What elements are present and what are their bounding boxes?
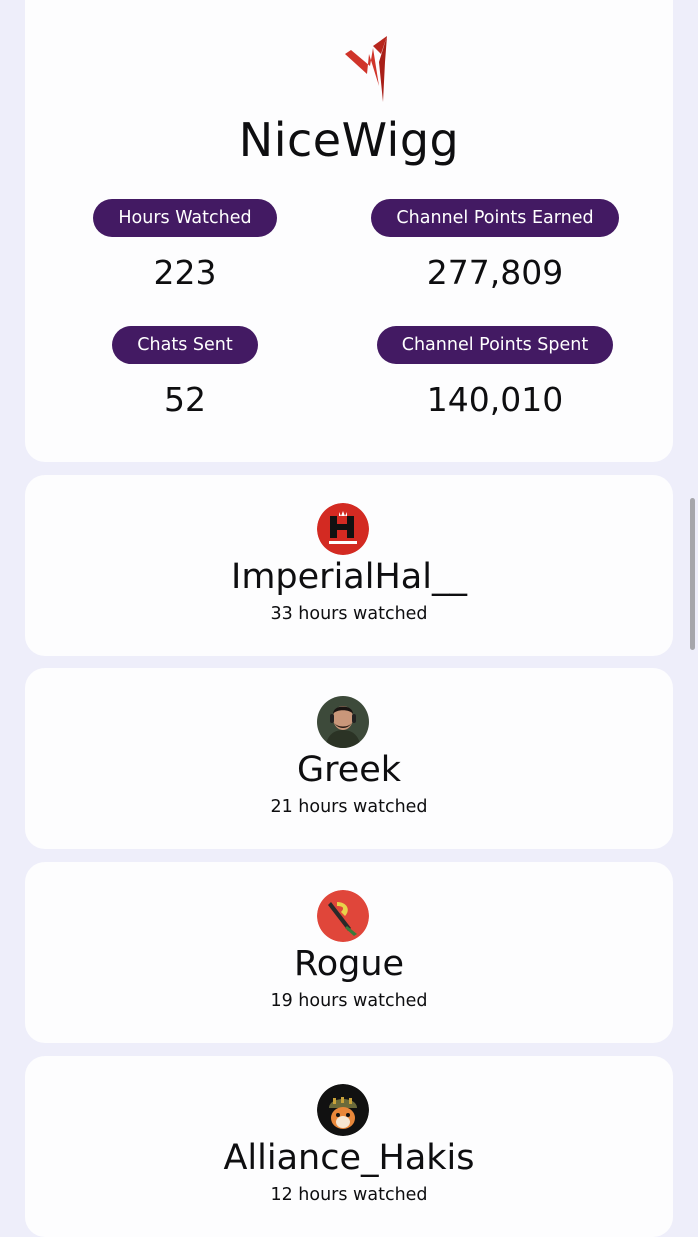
streamer-card-rogue[interactable]: Rogue 19 hours watched	[25, 862, 673, 1043]
stat-label-channel-points-spent: Channel Points Spent	[376, 326, 614, 364]
stat-label-hours-watched: Hours Watched	[93, 199, 277, 237]
stat-value-chats-sent: 52	[164, 380, 206, 419]
streamer-hours-watched: 21 hours watched	[270, 797, 428, 817]
channel-stats-card: NiceWigg Hours Watched 223 Channel Point…	[25, 0, 673, 462]
streamer-hours-watched: 33 hours watched	[270, 604, 428, 624]
streamer-hours-watched: 12 hours watched	[270, 1185, 428, 1205]
stat-label-chats-sent: Chats Sent	[112, 326, 258, 364]
channel-name: NiceWigg	[238, 113, 460, 167]
person-avatar-icon	[317, 696, 369, 748]
stat-value-channel-points-earned: 277,809	[426, 253, 564, 292]
streamer-card-alliance-hakis[interactable]: Alliance_Hakis 12 hours watched	[25, 1056, 673, 1237]
stat-channel-points-spent: Channel Points Spent 140,010	[335, 326, 655, 420]
stat-label-channel-points-earned: Channel Points Earned	[371, 199, 619, 237]
streamer-name: Greek	[296, 750, 402, 790]
streamer-card-imperialhal[interactable]: ImperialHal__ 33 hours watched	[25, 475, 673, 656]
stat-hours-watched: Hours Watched 223	[25, 199, 345, 293]
streamer-hours-watched: 19 hours watched	[270, 991, 428, 1011]
channel-logo-icon	[343, 32, 395, 102]
dog-soldier-avatar-icon	[317, 1084, 369, 1136]
sword-logo-icon	[317, 890, 369, 942]
streamer-name: Rogue	[293, 944, 405, 984]
stat-value-hours-watched: 223	[153, 253, 217, 292]
stat-channel-points-earned: Channel Points Earned 277,809	[335, 199, 655, 293]
streamer-name: Alliance_Hakis	[223, 1138, 475, 1178]
streamer-card-greek[interactable]: Greek 21 hours watched	[25, 668, 673, 849]
scrollbar[interactable]	[690, 498, 695, 650]
stat-chats-sent: Chats Sent 52	[25, 326, 345, 420]
imperialhal-logo-icon	[317, 503, 369, 555]
streamer-name: ImperialHal__	[231, 557, 467, 597]
stat-value-channel-points-spent: 140,010	[426, 380, 564, 419]
